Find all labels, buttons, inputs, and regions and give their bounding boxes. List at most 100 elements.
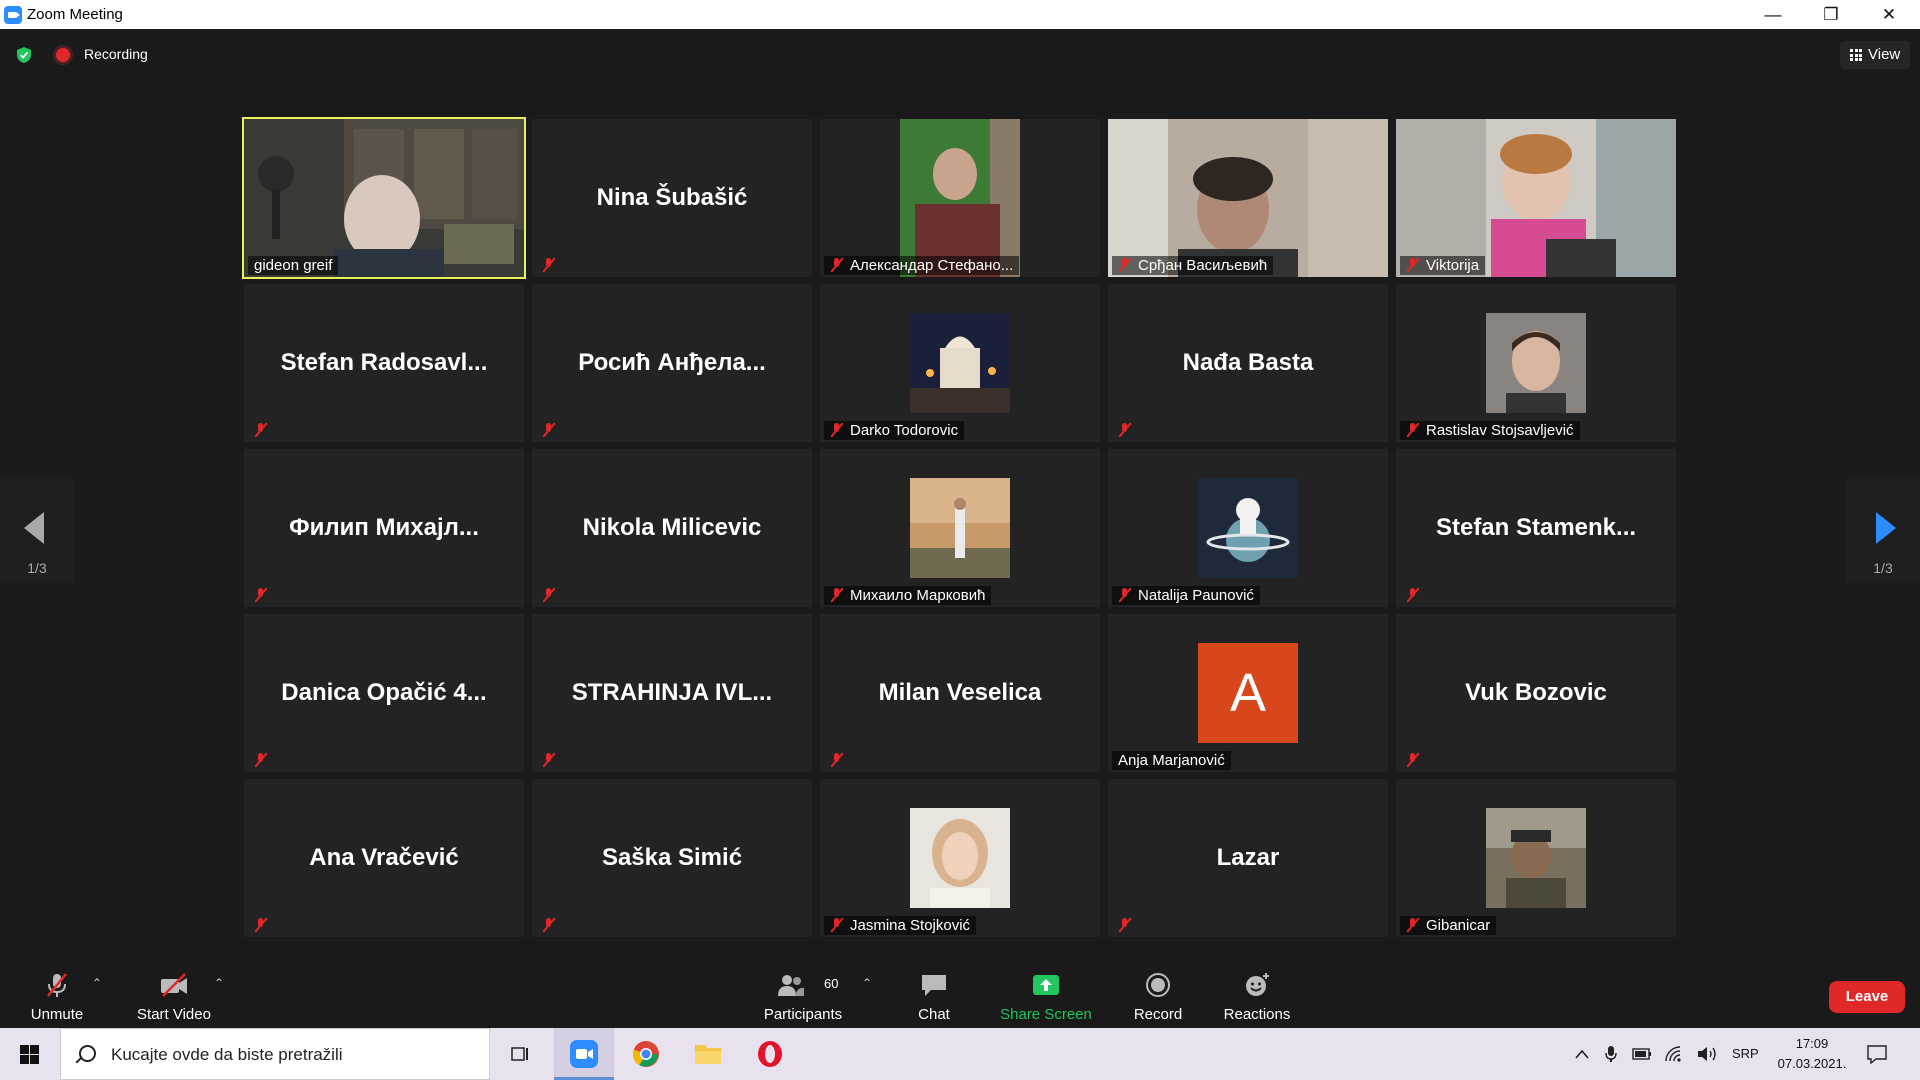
taskbar-chrome-app[interactable] <box>616 1028 676 1080</box>
participants-button[interactable]: 60 Participants <box>756 958 850 1028</box>
recording-dot-icon <box>56 48 70 62</box>
taskbar-file-explorer-app[interactable] <box>678 1028 738 1080</box>
share-screen-icon <box>1033 975 1059 995</box>
restore-button[interactable]: ❐ <box>1802 0 1860 29</box>
mic-muted-icon <box>1118 257 1132 273</box>
participant-tile[interactable]: STRAHINJA IVL... <box>532 614 812 772</box>
participant-tile[interactable]: Natalija Paunović <box>1108 449 1388 607</box>
input-language[interactable]: SRP <box>1732 1028 1759 1080</box>
participant-tile[interactable]: Nađa Basta <box>1108 284 1388 442</box>
taskbar-zoom-app[interactable] <box>554 1028 614 1080</box>
chrome-icon <box>632 1041 659 1067</box>
participant-tile[interactable]: Nina Šubašić <box>532 119 812 277</box>
minimize-button[interactable]: — <box>1744 0 1802 29</box>
page-indicator-right: 1/3 <box>1873 560 1893 576</box>
mic-muted-icon <box>1406 752 1420 768</box>
participant-tile[interactable]: gideon greif <box>242 117 526 279</box>
participant-tile[interactable]: A Anja Marjanović <box>1108 614 1388 772</box>
taskbar-search-box[interactable]: Kucajte ovde da biste pretražili <box>60 1028 490 1080</box>
video-options-caret[interactable]: ⌃ <box>214 976 224 990</box>
mic-muted-icon <box>1406 917 1420 933</box>
mic-muted-icon <box>542 587 556 603</box>
participant-tile[interactable]: Михаило Марковић <box>820 449 1100 607</box>
previous-page-button[interactable]: 1/3 <box>0 477 74 583</box>
participant-tile[interactable]: Gibanicar <box>1396 779 1676 937</box>
mic-muted-icon <box>254 587 268 603</box>
participant-tile[interactable]: Danica Opačić 4... <box>244 614 524 772</box>
participants-options-caret[interactable]: ⌃ <box>862 976 872 990</box>
participant-tile[interactable]: Nikola Milicevic <box>532 449 812 607</box>
zoom-icon <box>570 1040 598 1068</box>
participant-name: Lazar <box>1216 844 1280 871</box>
participant-tile[interactable]: Viktorija <box>1396 119 1676 277</box>
participant-name: Natalija Paunović <box>1138 587 1254 604</box>
next-page-button[interactable]: 1/3 <box>1846 477 1920 583</box>
participant-name: Срђан Васиљевић <box>1138 257 1268 274</box>
mic-muted-icon <box>542 422 556 438</box>
participant-tile[interactable]: Александар Стефано... <box>820 119 1100 277</box>
participant-video <box>244 119 524 277</box>
mic-muted-icon <box>830 587 844 603</box>
mic-muted-icon <box>830 752 844 768</box>
participant-name: Александар Стефано... <box>850 257 1014 274</box>
participant-tile[interactable]: Vuk Bozovic <box>1396 614 1676 772</box>
mic-muted-icon <box>254 752 268 768</box>
participant-tile[interactable]: Stefan Stamenk... <box>1396 449 1676 607</box>
leave-button[interactable]: Leave <box>1829 981 1905 1013</box>
mic-muted-icon <box>254 422 268 438</box>
participant-name: Stefan Stamenk... <box>1435 514 1637 541</box>
participant-name: Jasmina Stojković <box>850 917 971 934</box>
chat-button[interactable]: Chat <box>904 958 964 1028</box>
participant-tile[interactable]: Milan Veselica <box>820 614 1100 772</box>
reactions-label: Reactions <box>1223 1006 1291 1023</box>
participant-tile[interactable]: Срђан Васиљевић <box>1108 119 1388 277</box>
unmute-label: Unmute <box>30 1006 84 1023</box>
close-button[interactable]: ✕ <box>1860 0 1918 29</box>
unmute-button[interactable]: Unmute <box>18 958 96 1028</box>
mic-muted-icon <box>830 422 844 438</box>
participant-name-label: Александар Стефано... <box>824 256 1020 275</box>
participant-tile[interactable]: Филип Михајл... <box>244 449 524 607</box>
taskbar-opera-app[interactable] <box>740 1028 800 1080</box>
share-screen-button[interactable]: Share Screen <box>994 958 1098 1028</box>
reactions-button[interactable]: Reactions <box>1218 958 1296 1028</box>
participant-tile[interactable]: Ana Vračević <box>244 779 524 937</box>
participant-tile[interactable]: Jasmina Stojković <box>820 779 1100 937</box>
participant-tile[interactable]: Stefan Radosavl... <box>244 284 524 442</box>
participant-tile[interactable]: Rastislav Stojsavljević <box>1396 284 1676 442</box>
participant-name: Rastislav Stojsavljević <box>1426 422 1574 439</box>
taskbar-clock[interactable]: 17:09 07.03.2021. <box>1776 1034 1848 1074</box>
arrow-right-icon <box>1876 512 1896 544</box>
mic-muted-icon <box>542 257 556 273</box>
participant-name: Nina Šubašić <box>596 184 748 211</box>
participant-name-label: Rastislav Stojsavljević <box>1400 421 1580 440</box>
participant-tile[interactable]: Lazar <box>1108 779 1388 937</box>
audio-options-caret[interactable]: ⌃ <box>92 976 102 990</box>
task-view-button[interactable] <box>490 1028 550 1080</box>
folder-icon <box>695 1045 721 1064</box>
participant-tile[interactable]: Saška Simić <box>532 779 812 937</box>
view-button[interactable]: View <box>1840 41 1910 69</box>
participant-name: Nikola Milicevic <box>582 514 762 541</box>
participant-name-label: Darko Todorovic <box>824 421 965 440</box>
participant-name-label: Срђан Васиљевић <box>1112 256 1274 275</box>
participant-name-label: Jasmina Stojković <box>824 916 977 935</box>
record-icon <box>1146 973 1170 997</box>
participant-avatar <box>1198 478 1298 578</box>
participant-name: Viktorija <box>1426 257 1480 274</box>
opera-icon <box>758 1041 782 1067</box>
participant-avatar <box>1486 313 1586 413</box>
participant-name-label: gideon greif <box>248 256 339 275</box>
participant-name: Milan Veselica <box>878 679 1042 706</box>
encryption-shield-icon[interactable] <box>15 46 33 64</box>
clock-time: 17:09 <box>1795 1036 1829 1051</box>
start-button[interactable] <box>0 1028 60 1080</box>
chat-label: Chat <box>918 1006 950 1023</box>
start-video-button[interactable]: Start Video <box>130 958 218 1028</box>
recording-label: Recording <box>84 46 148 62</box>
record-button[interactable]: Record <box>1124 958 1192 1028</box>
participant-tile[interactable]: Darko Todorovic <box>820 284 1100 442</box>
page-indicator-left: 1/3 <box>27 560 47 576</box>
participant-tile[interactable]: Росић Анђела... <box>532 284 812 442</box>
clock-date: 07.03.2021. <box>1777 1056 1847 1071</box>
